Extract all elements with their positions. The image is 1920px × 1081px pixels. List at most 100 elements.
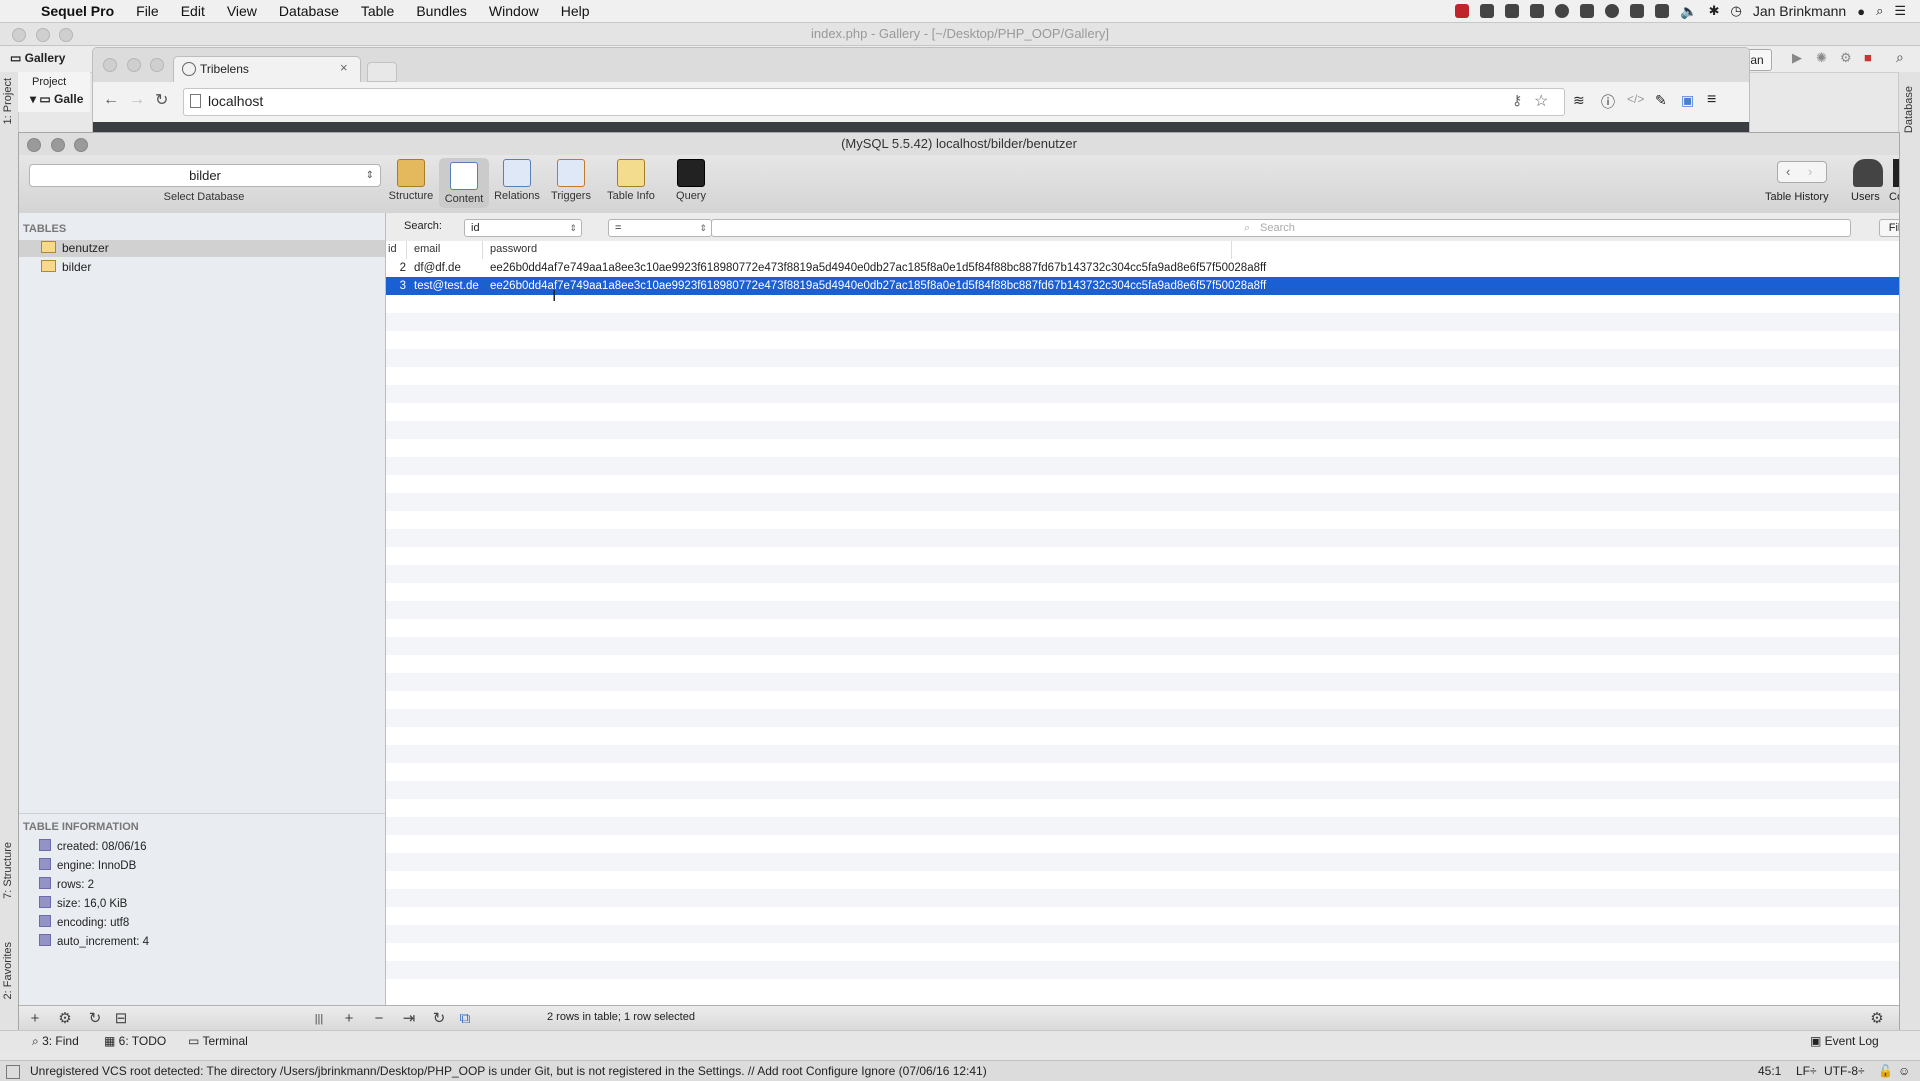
column-header-id[interactable]: id <box>388 243 397 255</box>
chrome-zoom-button[interactable] <box>150 58 165 72</box>
user-icon[interactable]: ● <box>1857 4 1865 19</box>
menu-window[interactable]: Window <box>478 3 550 19</box>
onepassword-icon[interactable] <box>1555 4 1570 18</box>
back-icon[interactable]: ← <box>103 91 119 109</box>
devtools-extension-icon[interactable]: ▣ <box>1681 92 1694 109</box>
cell-password[interactable]: ee26b0dd4af7e749aa1a8ee3c10ae9923f618980… <box>490 277 1266 295</box>
favorites-tool-tab[interactable]: 2: Favorites <box>2 942 14 999</box>
toggle-tool-windows-icon[interactable] <box>6 1065 20 1079</box>
sp-close-button[interactable] <box>27 138 41 152</box>
clipboard-icon[interactable] <box>1505 4 1520 18</box>
debug-icon[interactable]: ✺ <box>1816 50 1827 66</box>
notification-center-icon[interactable]: ☰ <box>1894 3 1906 19</box>
relations-tab[interactable]: Relations <box>489 159 545 202</box>
refresh-tables-icon[interactable]: ↻ <box>85 1010 105 1028</box>
time-machine-icon[interactable]: ◷ <box>1730 3 1741 19</box>
bluetooth-icon[interactable]: ✱ <box>1709 3 1720 19</box>
table-item-bilder[interactable]: bilder <box>19 259 385 276</box>
ide-search-icon[interactable]: ⌕ <box>1896 49 1904 66</box>
cell-email[interactable]: test@test.de <box>414 277 479 295</box>
record-icon[interactable] <box>1455 4 1470 18</box>
menu-view[interactable]: View <box>216 3 268 19</box>
table-row-selected[interactable]: 3 test@test.de ee26b0dd4af7e749aa1a8ee3c… <box>386 277 1899 295</box>
filter-operator-select[interactable]: = ⇕ <box>608 219 712 237</box>
content-tab[interactable]: Content <box>439 158 489 208</box>
console-icon[interactable] <box>1893 159 1899 187</box>
structure-tool-tab[interactable]: 7: Structure <box>2 842 14 899</box>
table-item-benutzer[interactable]: benutzer <box>19 240 385 257</box>
duplicate-row-icon[interactable]: ⇥ <box>399 1010 419 1028</box>
new-tab-button[interactable] <box>367 62 397 82</box>
code-extension-icon[interactable]: </> <box>1627 92 1644 106</box>
ide-minimize-button[interactable] <box>35 28 50 42</box>
sidebar-divider[interactable] <box>19 813 385 814</box>
volume-icon[interactable]: 🔈 <box>1680 3 1697 20</box>
column-separator[interactable] <box>1231 241 1232 259</box>
todo-tool-tab[interactable]: ▦ 6: TODO <box>104 1031 166 1051</box>
evernote-icon[interactable] <box>1630 4 1645 18</box>
filter-field-select[interactable]: id ⇕ <box>464 219 582 237</box>
database-select[interactable]: bilder ⇕ <box>29 164 381 187</box>
chrome-minimize-button[interactable] <box>126 58 141 72</box>
menu-database[interactable]: Database <box>268 3 350 19</box>
triggers-tab[interactable]: Triggers <box>543 159 599 202</box>
splitter-handle-icon[interactable]: ||| <box>309 1010 329 1028</box>
layers-extension-icon[interactable]: ≋ <box>1573 92 1585 109</box>
lock-icon[interactable]: 🔓 <box>1878 1061 1893 1081</box>
add-table-icon[interactable]: + <box>25 1010 45 1028</box>
user-name[interactable]: Jan Brinkmann <box>1753 3 1846 19</box>
sync-icon[interactable] <box>1605 4 1620 18</box>
terminal-tool-tab[interactable]: ▭ Terminal <box>188 1031 248 1051</box>
address-bar[interactable]: localhost ⚷ ☆ <box>183 88 1565 116</box>
plus-icon[interactable] <box>1530 4 1545 18</box>
event-log-tab[interactable]: ▣ Event Log <box>1810 1031 1879 1051</box>
filter-search-input[interactable]: ⌕ Search <box>711 219 1851 237</box>
chrome-close-button[interactable] <box>103 58 117 72</box>
cursor-position[interactable]: 45:1 <box>1758 1061 1781 1081</box>
table-history-label[interactable]: Table History <box>1765 191 1829 203</box>
cell-password[interactable]: ee26b0dd4af7e749aa1a8ee3c10ae9923f618980… <box>490 259 1266 277</box>
coverage-icon[interactable]: ⚙ <box>1840 50 1852 66</box>
add-row-icon[interactable]: + <box>339 1010 359 1028</box>
project-tree-root[interactable]: ▾ ▭ Galle <box>18 88 90 106</box>
ide-zoom-button[interactable] <box>59 28 74 42</box>
ide-close-button[interactable] <box>12 28 26 42</box>
forward-icon[interactable]: → <box>129 91 145 109</box>
menu-help[interactable]: Help <box>550 3 601 19</box>
content-actions-gear-icon[interactable]: ⚙ <box>1867 1010 1887 1028</box>
ide-breadcrumb-gallery[interactable]: ▭ Gallery <box>10 51 65 65</box>
reload-icon[interactable]: ↻ <box>155 90 168 110</box>
drive-icon[interactable] <box>1655 4 1670 18</box>
pagination-icon[interactable]: ⧉ <box>455 1010 475 1028</box>
find-tool-tab[interactable]: ⌕ 3: Find <box>32 1031 79 1051</box>
structure-tab[interactable]: Structure <box>383 159 439 202</box>
menu-file[interactable]: File <box>125 3 170 19</box>
chrome-tab[interactable]: Tribelens × <box>173 56 361 83</box>
menu-table[interactable]: Table <box>350 3 405 19</box>
menu-bundles[interactable]: Bundles <box>405 3 478 19</box>
filter-button[interactable]: Filter <box>1879 219 1899 237</box>
table-actions-gear-icon[interactable]: ⚙ <box>55 1010 75 1028</box>
key-icon[interactable]: ⚷ <box>1512 92 1522 109</box>
chrome-menu-icon[interactable]: ≡ <box>1707 91 1716 109</box>
database-tool-tab[interactable]: Database <box>1903 86 1915 133</box>
users-icon[interactable] <box>1853 159 1883 187</box>
table-row[interactable]: 2 df@df.de ee26b0dd4af7e749aa1a8ee3c10ae… <box>386 259 1899 277</box>
remove-row-icon[interactable]: − <box>369 1010 389 1028</box>
history-back-icon[interactable]: ‹ <box>1786 164 1790 179</box>
line-separator[interactable]: LF÷ <box>1796 1061 1817 1081</box>
run-icon[interactable]: ▶ <box>1792 50 1802 66</box>
sp-zoom-button[interactable] <box>74 138 89 152</box>
table-info-tab[interactable]: Table Info <box>599 159 663 202</box>
column-separator[interactable] <box>406 241 407 259</box>
console-label[interactable]: Conso <box>1889 191 1899 203</box>
stop-icon[interactable]: ■ <box>1864 50 1872 65</box>
menu-edit[interactable]: Edit <box>170 3 216 19</box>
cell-id[interactable]: 3 <box>386 277 406 295</box>
history-forward-icon[interactable]: › <box>1808 164 1812 179</box>
project-tool-tab[interactable]: 1: Project <box>2 78 14 124</box>
filter-tables-icon[interactable]: ⊟ <box>111 1010 131 1028</box>
onepassword-extension-icon[interactable]: ⓘ <box>1601 92 1615 112</box>
bookmark-icon[interactable] <box>1580 4 1595 18</box>
dropbox-icon[interactable] <box>1480 4 1495 18</box>
